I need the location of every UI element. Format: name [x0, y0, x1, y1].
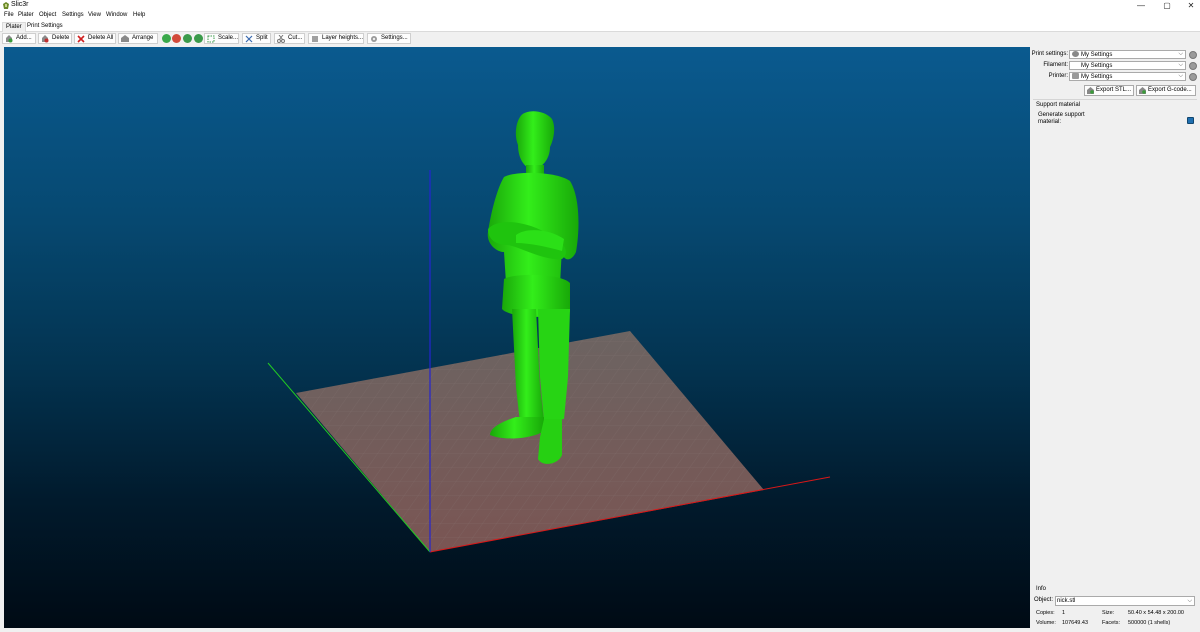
settings-label: Settings... — [381, 35, 408, 41]
info-section: Info Object: nick.stl ⌵ Copies: 1 Size: … — [1033, 585, 1197, 632]
gear-icon — [371, 36, 377, 42]
object-select[interactable]: nick.stl ⌵ — [1055, 596, 1195, 606]
filament-value: My Settings — [1081, 63, 1113, 69]
menu-plater[interactable]: Plater — [18, 12, 34, 18]
facets-label: Facets: — [1102, 620, 1121, 626]
menu-help[interactable]: Help — [133, 12, 145, 18]
volume-value: 107649.43 — [1062, 620, 1088, 626]
rotate-right-icon[interactable] — [194, 34, 203, 43]
title-bar: Slic3r — ▢ ✕ — [0, 0, 1200, 11]
size-label: Size: — [1102, 610, 1115, 616]
generate-support-checkbox[interactable] — [1187, 117, 1194, 124]
print-settings-gear-icon[interactable] — [1189, 51, 1197, 59]
add-icon — [6, 35, 13, 43]
scale-button[interactable]: Scale... — [204, 33, 239, 44]
chevron-down-icon: ⌵ — [1178, 73, 1183, 79]
layer-heights-button[interactable]: Layer heights... — [308, 33, 364, 44]
delete-icon — [42, 35, 49, 43]
toolbar: Add... Delete Delete All Arrange Scale..… — [0, 32, 1200, 45]
facets-value: 500000 (1 shells) — [1128, 620, 1171, 626]
filament-gear-icon[interactable] — [1189, 62, 1197, 70]
printer-value: My Settings — [1081, 74, 1113, 80]
tab-print-settings[interactable]: Print Settings — [24, 22, 66, 32]
status-bar — [0, 628, 1200, 632]
close-button[interactable]: ✕ — [1176, 0, 1200, 11]
plater-scene — [267, 111, 831, 553]
add-button[interactable]: Add... — [2, 33, 36, 44]
layers-icon — [312, 36, 318, 42]
filament-color-icon — [1072, 62, 1079, 68]
delete-label: Delete — [52, 35, 70, 41]
support-material-section: Support material Generate support materi… — [1033, 99, 1197, 129]
menu-settings[interactable]: Settings — [62, 12, 84, 18]
chevron-down-icon: ⌵ — [1178, 51, 1183, 57]
split-button[interactable]: Split — [242, 33, 271, 44]
object-label: Object: — [1034, 597, 1054, 603]
tab-bar: Plater Print Settings — [0, 21, 1200, 32]
delete-button[interactable]: Delete — [38, 33, 72, 44]
menu-bar: File Plater Object Settings View Window … — [0, 11, 1200, 21]
print-settings-label: Print settings: — [1031, 51, 1068, 57]
export-icon — [1087, 87, 1094, 94]
cut-icon — [277, 35, 285, 43]
export-gcode-button[interactable]: Export G-code... — [1136, 85, 1196, 96]
right-panel: Print settings: My Settings ⌵ Filament: … — [1031, 47, 1200, 632]
scale-icon — [207, 35, 215, 43]
support-material-title: Support material — [1036, 102, 1081, 108]
delete-all-button[interactable]: Delete All — [74, 33, 116, 44]
copies-value: 1 — [1062, 610, 1066, 616]
tab-plater[interactable]: Plater — [2, 22, 26, 32]
object-value: nick.stl — [1057, 598, 1076, 604]
filament-label: Filament: — [1043, 62, 1068, 68]
rotate-left-icon[interactable] — [183, 34, 192, 43]
print-settings-select[interactable]: My Settings ⌵ — [1069, 50, 1186, 59]
3d-viewport[interactable] — [4, 47, 1030, 630]
delete-all-label: Delete All — [88, 35, 114, 41]
export-icon — [1139, 87, 1146, 94]
arrange-icon — [121, 35, 129, 42]
split-icon — [245, 35, 253, 43]
volume-label: Volume: — [1036, 620, 1056, 626]
info-title: Info — [1036, 586, 1047, 592]
menu-view[interactable]: View — [88, 12, 101, 18]
decrease-copies-icon[interactable] — [172, 34, 181, 43]
menu-window[interactable]: Window — [106, 12, 127, 18]
export-stl-label: Export STL... — [1096, 87, 1132, 93]
cut-button[interactable]: Cut... — [274, 33, 305, 44]
export-gcode-label: Export G-code... — [1148, 87, 1192, 93]
arrange-button[interactable]: Arrange — [118, 33, 158, 44]
size-value: 50.40 x 54.48 x 200.00 — [1128, 610, 1184, 616]
cut-label: Cut... — [288, 35, 303, 41]
increase-copies-icon[interactable] — [162, 34, 171, 43]
window-title: Slic3r — [11, 1, 29, 8]
settings-button[interactable]: Settings... — [367, 33, 411, 44]
copies-label: Copies: — [1036, 610, 1055, 616]
chevron-down-icon: ⌵ — [1187, 598, 1192, 604]
layer-heights-label: Layer heights... — [322, 35, 364, 41]
split-label: Split — [256, 35, 268, 41]
slic3r-logo-icon — [3, 2, 9, 9]
menu-file[interactable]: File — [4, 12, 14, 18]
scale-label: Scale... — [218, 35, 239, 41]
delete-all-icon — [77, 35, 85, 43]
generate-support-label: Generate support material: — [1038, 112, 1085, 125]
print-settings-value: My Settings — [1081, 52, 1113, 58]
add-label: Add... — [16, 35, 32, 41]
arrange-label: Arrange — [132, 35, 154, 41]
printer-label: Printer: — [1048, 73, 1068, 79]
printer-select[interactable]: My Settings ⌵ — [1069, 72, 1186, 81]
printer-gear-icon[interactable] — [1189, 73, 1197, 81]
export-stl-button[interactable]: Export STL... — [1084, 85, 1134, 96]
printer-icon — [1072, 73, 1079, 79]
filament-select[interactable]: My Settings ⌵ — [1069, 61, 1186, 70]
chevron-down-icon: ⌵ — [1178, 62, 1183, 68]
menu-object[interactable]: Object — [39, 12, 56, 18]
print-settings-icon — [1072, 51, 1079, 57]
